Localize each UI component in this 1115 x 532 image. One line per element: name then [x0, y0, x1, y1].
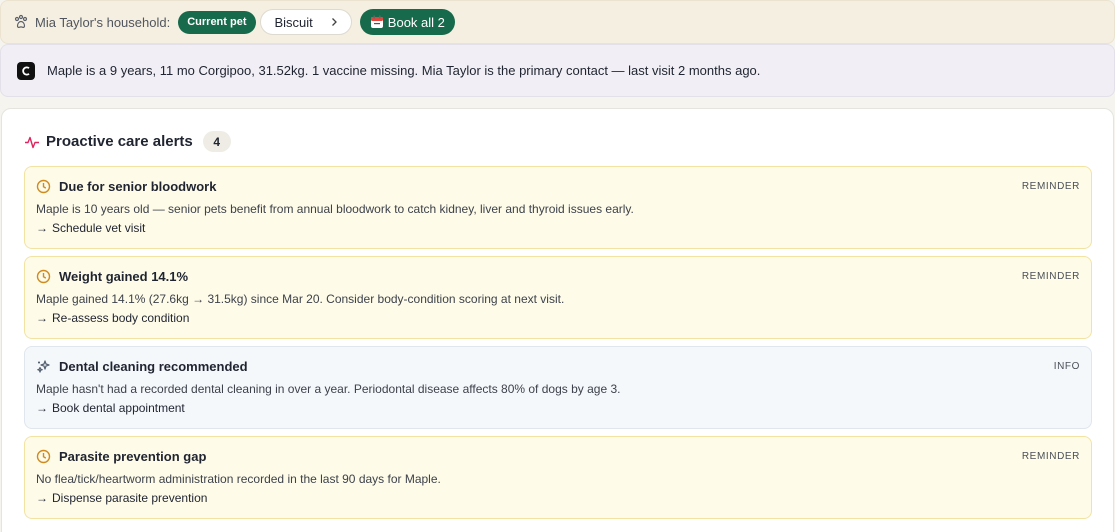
dispense-parasite-prevention-link[interactable]: → Dispense parasite prevention: [36, 491, 207, 505]
assistant-logo-icon: [17, 61, 35, 80]
pet-name: Biscuit: [274, 14, 313, 30]
care-alerts-card: Proactive care alerts 4 Due for senior b…: [1, 108, 1114, 532]
alert-title: Weight gained 14.1%: [59, 269, 189, 284]
activity-pulse-icon: [24, 134, 40, 150]
alert-tag: INFO: [1053, 361, 1080, 372]
paw-icon: [13, 14, 29, 30]
alert-senior-bloodwork: Due for senior bloodwork REMINDER Maple …: [24, 166, 1092, 249]
alert-parasite-prevention: Parasite prevention gap REMINDER No flea…: [24, 436, 1092, 519]
alert-action-label: Dispense parasite prevention: [52, 491, 208, 505]
alert-description: No flea/tick/heartworm administration re…: [36, 472, 441, 486]
alert-dental-cleaning: Dental cleaning recommended INFO Maple h…: [24, 346, 1092, 429]
book-all-label: Book all 2: [387, 14, 445, 30]
alert-action-label: Book dental appointment: [52, 401, 185, 415]
alert-description: Maple is 10 years old — senior pets bene…: [36, 202, 634, 216]
household-label: Mia Taylor's household:: [35, 14, 171, 30]
alerts-count-badge: 4: [202, 131, 231, 152]
alert-action-label: Re-assess body condition: [52, 311, 190, 325]
schedule-vet-visit-link[interactable]: → Schedule vet visit: [36, 221, 145, 235]
clock-icon: [36, 179, 51, 194]
alert-action-label: Schedule vet visit: [52, 221, 146, 235]
household-bar: Mia Taylor's household: Current pet Bisc…: [0, 0, 1115, 44]
alerts-title: Proactive care alerts: [46, 133, 193, 150]
alert-title: Due for senior bloodwork: [59, 179, 217, 194]
current-pet-badge: Current pet: [178, 10, 256, 34]
clock-icon: [36, 269, 51, 284]
alert-description: Maple gained 14.1% (27.6kg → 31.5kg) sin…: [36, 292, 565, 306]
pet-summary-banner: Maple is a 9 years, 11 mo Corgipoo, 31.5…: [0, 44, 1115, 97]
chevron-right-icon: [329, 17, 339, 27]
alert-title: Parasite prevention gap: [59, 449, 207, 464]
book-all-button[interactable]: Book all 2: [359, 9, 455, 35]
alert-tag: REMINDER: [1021, 271, 1080, 282]
clock-icon: [36, 449, 51, 464]
alert-tag: REMINDER: [1021, 181, 1080, 192]
alert-title: Dental cleaning recommended: [59, 359, 248, 374]
sparkles-icon: [36, 359, 51, 374]
alert-weight-gained: Weight gained 14.1% REMINDER Maple gaine…: [24, 256, 1092, 339]
alert-tag: REMINDER: [1021, 451, 1080, 462]
book-dental-appointment-link[interactable]: → Book dental appointment: [36, 401, 185, 415]
arrow-right-icon: →: [36, 311, 48, 325]
alert-description: Maple hasn't had a recorded dental clean…: [36, 382, 621, 396]
arrow-right-icon: →: [36, 401, 48, 415]
calendar-icon: [370, 15, 384, 29]
summary-text: Maple is a 9 years, 11 mo Corgipoo, 31.5…: [47, 63, 761, 78]
pet-switch-biscuit[interactable]: Biscuit: [259, 9, 352, 35]
arrow-right-icon: →: [36, 221, 48, 235]
arrow-right-icon: →: [36, 491, 48, 505]
alerts-header: Proactive care alerts 4: [24, 131, 231, 152]
reassess-body-condition-link[interactable]: → Re-assess body condition: [36, 311, 189, 325]
